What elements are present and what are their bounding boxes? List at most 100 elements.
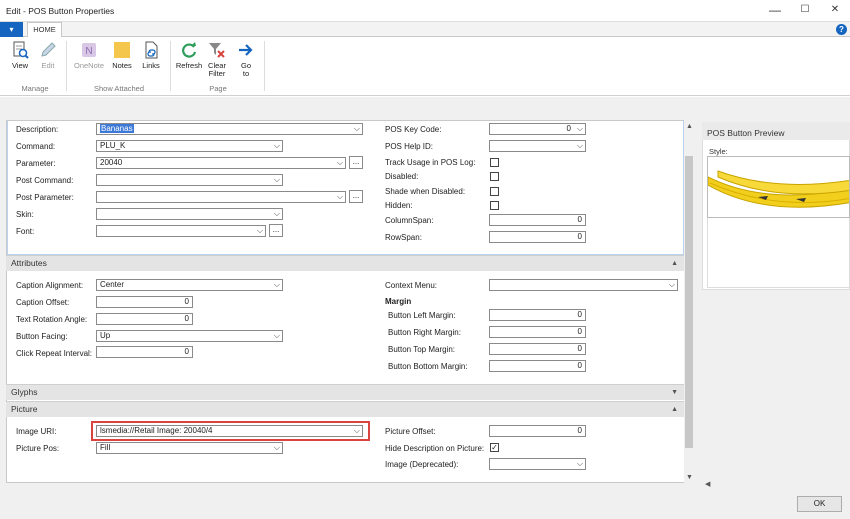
font-field[interactable]: ⌵ — [96, 225, 266, 237]
rowspan-field[interactable]: 0 — [489, 231, 586, 243]
attributes-header[interactable]: Attributes ▲ — [6, 255, 684, 271]
caption-offset-field[interactable]: 0 — [96, 296, 193, 308]
scroll-left-icon[interactable]: ◀ — [705, 480, 710, 488]
top-margin-field[interactable]: 0 — [489, 343, 586, 355]
chevron-down-icon[interactable]: ⌵ — [274, 175, 280, 185]
parameter-lookup-button[interactable]: ... — [349, 156, 363, 169]
font-lookup-button[interactable]: ... — [269, 224, 283, 237]
text-rotation-label: Text Rotation Angle: — [16, 315, 88, 324]
chevron-down-icon[interactable]: ⌵ — [354, 124, 360, 134]
context-menu-label: Context Menu: — [385, 281, 438, 290]
help-icon[interactable]: ? — [836, 24, 847, 35]
pos-help-id-field[interactable]: ⌵ — [489, 140, 586, 152]
pos-key-code-field[interactable]: 0 ⌵ — [489, 123, 586, 135]
hide-desc-checkbox[interactable]: ✓ — [490, 443, 499, 452]
ok-button[interactable]: OK — [797, 496, 842, 512]
button-facing-label: Button Facing: — [16, 332, 68, 341]
edit-button[interactable]: Edit — [34, 41, 62, 70]
context-menu-field[interactable]: ⌵ — [489, 279, 678, 291]
picture-offset-label: Picture Offset: — [385, 427, 436, 436]
track-usage-checkbox[interactable] — [490, 158, 499, 167]
chevron-down-icon[interactable]: ⌵ — [274, 209, 280, 219]
picture-header[interactable]: Picture ▲ — [6, 401, 684, 417]
pos-key-code-value: 0 — [566, 124, 571, 133]
command-value: PLU_K — [100, 141, 126, 150]
post-parameter-lookup-button[interactable]: ... — [349, 190, 363, 203]
font-label: Font: — [16, 227, 35, 236]
chevron-down-icon[interactable]: ⌵ — [274, 280, 280, 290]
app-menu-button[interactable]: ▾ — [0, 22, 23, 37]
chevron-down-icon[interactable]: ⌵ — [337, 192, 343, 202]
horizontal-scrollbar[interactable] — [702, 480, 850, 489]
chevron-down-icon[interactable]: ⌵ — [577, 459, 583, 469]
post-parameter-field[interactable]: ⌵ — [96, 191, 346, 203]
picture-offset-field[interactable]: 0 — [489, 425, 586, 437]
goto-label-2: to — [242, 69, 250, 78]
chevron-down-icon[interactable]: ⌵ — [669, 280, 675, 290]
collapse-icon[interactable]: ▲ — [671, 256, 678, 271]
group-manage: Manage — [21, 84, 49, 93]
group-show-attached: Show Attached — [93, 84, 145, 93]
chevron-down-icon[interactable]: ⌵ — [577, 124, 583, 134]
scrollbar-thumb[interactable] — [685, 156, 693, 448]
chevron-down-icon[interactable]: ⌵ — [274, 443, 280, 453]
post-parameter-label: Post Parameter: — [16, 193, 74, 202]
chevron-down-icon[interactable]: ⌵ — [274, 141, 280, 151]
notes-label: Notes — [112, 61, 132, 70]
caption-alignment-field[interactable]: Center ⌵ — [96, 279, 283, 291]
view-button[interactable]: View — [6, 41, 34, 70]
text-rotation-field[interactable]: 0 — [96, 313, 193, 325]
glyphs-header[interactable]: Glyphs ▼ — [6, 384, 684, 400]
chevron-down-icon[interactable]: ⌵ — [577, 141, 583, 151]
pos-help-id-label: POS Help ID: — [385, 142, 434, 151]
columnspan-field[interactable]: 0 — [489, 214, 586, 226]
links-button[interactable]: Links — [137, 41, 165, 70]
parameter-value: 20040 — [100, 158, 123, 167]
image-uri-label: Image URI: — [16, 427, 57, 436]
picture-pos-field[interactable]: Fill ⌵ — [96, 442, 283, 454]
highlight-box — [91, 421, 370, 441]
disabled-checkbox[interactable] — [490, 172, 499, 181]
onenote-label: OneNote — [73, 61, 105, 70]
goto-button[interactable]: Go to — [232, 41, 260, 78]
picture-pos-label: Picture Pos: — [16, 444, 60, 453]
edit-label: Edit — [41, 61, 55, 70]
collapse-icon[interactable]: ▲ — [671, 402, 678, 417]
minimize-button[interactable]: — — [760, 3, 790, 19]
maximize-button[interactable]: ☐ — [790, 3, 820, 19]
picture-title: Picture — [11, 404, 38, 414]
scroll-up-icon[interactable]: ▲ — [686, 123, 693, 130]
chevron-down-icon[interactable]: ⌵ — [257, 226, 263, 236]
command-field[interactable]: PLU_K ⌵ — [96, 140, 283, 152]
image-deprecated-label: Image (Deprecated): — [385, 460, 459, 469]
clear-filter-button[interactable]: Clear Filter — [203, 41, 231, 78]
onenote-button[interactable]: N OneNote — [72, 41, 106, 70]
shade-checkbox[interactable] — [490, 187, 499, 196]
post-command-field[interactable]: ⌵ — [96, 174, 283, 186]
ribbon-separator — [66, 41, 67, 91]
chevron-down-icon[interactable]: ⌵ — [337, 158, 343, 168]
chevron-down-icon[interactable]: ⌵ — [274, 331, 280, 341]
button-facing-field[interactable]: Up ⌵ — [96, 330, 283, 342]
scroll-down-icon[interactable]: ▼ — [686, 474, 693, 481]
description-field[interactable]: Bananas ⌵ — [96, 123, 363, 135]
bottom-margin-field[interactable]: 0 — [489, 360, 586, 372]
right-margin-field[interactable]: 0 — [489, 326, 586, 338]
refresh-button[interactable]: Refresh — [174, 41, 204, 70]
parameter-field[interactable]: 20040 ⌵ — [96, 157, 346, 169]
shade-label: Shade when Disabled: — [385, 187, 466, 196]
close-button[interactable]: ✕ — [820, 3, 850, 19]
skin-field[interactable]: ⌵ — [96, 208, 283, 220]
left-margin-field[interactable]: 0 — [489, 309, 586, 321]
tab-home[interactable]: HOME — [27, 22, 62, 38]
arrow-right-icon — [239, 44, 253, 56]
banana-image — [708, 170, 849, 208]
image-deprecated-field[interactable]: ⌵ — [489, 458, 586, 470]
notes-button[interactable]: Notes — [108, 41, 136, 70]
expand-icon[interactable]: ▼ — [671, 385, 678, 400]
hidden-checkbox[interactable] — [490, 201, 499, 210]
click-repeat-field[interactable]: 0 — [96, 346, 193, 358]
glyphs-title: Glyphs — [11, 387, 38, 397]
preview-title: POS Button Preview — [707, 128, 785, 138]
preview-area — [707, 218, 850, 288]
